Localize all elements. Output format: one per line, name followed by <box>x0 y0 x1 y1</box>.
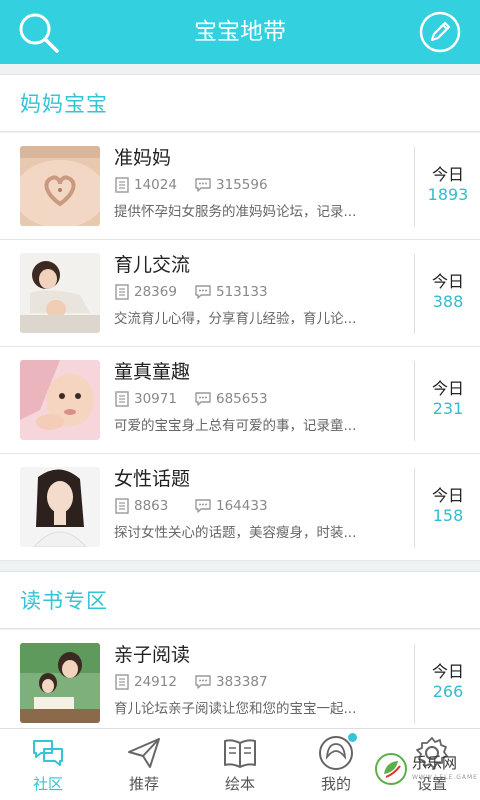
top-app-bar: 宝宝地带 <box>0 0 480 64</box>
comment-icon <box>195 499 211 513</box>
tab-label: 我的 <box>320 775 351 793</box>
today-label: 今日 <box>431 272 464 291</box>
forum-description: 交流育儿心得，分享育儿经验，育儿论... <box>114 311 357 327</box>
forum-row-pregnant-mom[interactable]: 准妈妈 14024 315596 提供怀孕妇女服务的准妈妈论坛，记录... 今日… <box>0 133 480 240</box>
forum-thumbnail <box>20 360 100 440</box>
comment-icon <box>195 392 211 406</box>
watermark-logo-icon <box>375 753 407 785</box>
reply-count: 315596 <box>194 177 268 193</box>
section-title: 读书专区 <box>20 589 108 613</box>
page-title: 宝宝地带 <box>194 19 286 45</box>
comment-icon <box>195 285 211 299</box>
forum-description: 探讨女性关心的话题，美容瘦身，时装... <box>114 525 357 541</box>
vertical-divider <box>414 468 415 548</box>
reply-count: 383387 <box>194 674 268 690</box>
vertical-divider <box>414 147 415 227</box>
document-icon <box>115 391 129 407</box>
topic-count: 24912 <box>114 674 177 690</box>
today-label: 今日 <box>431 379 464 398</box>
today-count: 388 <box>432 292 464 311</box>
section-header-reading: 读书专区 <box>0 571 480 629</box>
today-count: 266 <box>432 682 464 701</box>
topic-count: 30971 <box>114 391 177 407</box>
community-icon <box>33 740 63 766</box>
forum-list-reading: 亲子阅读 24912 383387 育儿论坛亲子阅读让您和您的宝宝一起... 今… <box>0 630 480 737</box>
forum-row-parenting[interactable]: 育儿交流 28369 513133 交流育儿心得，分享育儿经验，育儿论... 今… <box>0 240 480 347</box>
today-label: 今日 <box>431 165 464 184</box>
document-icon <box>115 284 129 300</box>
tab-label: 社区 <box>32 775 63 793</box>
today-label: 今日 <box>431 662 464 681</box>
forum-title: 亲子阅读 <box>114 644 191 666</box>
forum-list-mama-baby: 准妈妈 14024 315596 提供怀孕妇女服务的准妈妈论坛，记录... 今日… <box>0 133 480 561</box>
forum-thumbnail <box>20 253 100 333</box>
topic-count: 14024 <box>114 177 177 193</box>
forum-description: 育儿论坛亲子阅读让您和您的宝宝一起... <box>114 701 357 717</box>
comment-icon <box>195 178 211 192</box>
forum-row-parent-child-reading[interactable]: 亲子阅读 24912 383387 育儿论坛亲子阅读让您和您的宝宝一起... 今… <box>0 630 480 737</box>
book-icon <box>224 739 256 768</box>
topic-count: 8863 <box>114 498 168 514</box>
vertical-divider <box>414 254 415 334</box>
paper-plane-icon <box>128 738 160 768</box>
today-count: 158 <box>432 506 464 525</box>
tab-label: 推荐 <box>128 775 159 793</box>
today-label: 今日 <box>431 486 464 505</box>
forum-description: 可爱的宝宝身上总有可爱的事，记录童... <box>114 418 357 434</box>
document-icon <box>115 177 129 193</box>
vertical-divider <box>414 361 415 441</box>
watermark-subtext: WWW.LELE.GAME <box>412 774 478 781</box>
forum-thumbnail <box>20 467 100 547</box>
tab-community[interactable]: 社区 <box>0 729 96 800</box>
forum-title: 童真童趣 <box>114 361 191 383</box>
forum-row-womens-topics[interactable]: 女性话题 8863 164433 探讨女性关心的话题，美容瘦身，时装... 今日… <box>0 454 480 561</box>
notification-dot <box>348 733 357 742</box>
forum-description: 提供怀孕妇女服务的准妈妈论坛，记录... <box>114 204 357 220</box>
forum-title: 准妈妈 <box>114 147 172 169</box>
comment-icon <box>195 675 211 689</box>
forum-title: 女性话题 <box>114 468 191 490</box>
tab-label: 绘本 <box>224 775 255 793</box>
document-icon <box>115 498 129 514</box>
tab-recommend[interactable]: 推荐 <box>96 729 192 800</box>
watermark: 乐乐网 WWW.LELE.GAME <box>374 748 477 792</box>
forum-thumbnail <box>20 643 100 723</box>
edit-icon <box>419 11 461 53</box>
today-count: 231 <box>432 399 464 418</box>
watermark-text: 乐乐网 <box>412 754 458 772</box>
forum-thumbnail <box>20 146 100 226</box>
topic-count: 28369 <box>114 284 177 300</box>
section-title: 妈妈宝宝 <box>20 92 108 116</box>
reply-count: 164433 <box>194 498 268 514</box>
compose-button[interactable] <box>418 10 462 54</box>
vertical-divider <box>414 644 415 724</box>
document-icon <box>115 674 129 690</box>
today-count: 1893 <box>427 185 469 204</box>
forum-row-childhood-fun[interactable]: 童真童趣 30971 685653 可爱的宝宝身上总有可爱的事，记录童... 今… <box>0 347 480 454</box>
tab-picture-books[interactable]: 绘本 <box>192 729 288 800</box>
forum-title: 育儿交流 <box>114 254 191 276</box>
section-header-mama-baby: 妈妈宝宝 <box>0 74 480 132</box>
reply-count: 685653 <box>194 391 268 407</box>
reply-count: 513133 <box>194 284 268 300</box>
tab-mine[interactable]: 我的 <box>288 729 384 800</box>
